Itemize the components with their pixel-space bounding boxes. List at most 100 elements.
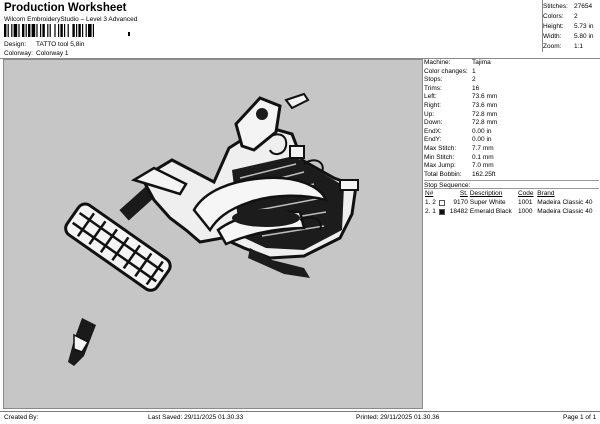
summary-row-stitches: Stitches: 27654 — [543, 2, 599, 12]
last-saved: Last Saved: 29/11/2025 01.30.33 — [148, 414, 244, 421]
thread-description: Emerald Black — [469, 208, 512, 216]
stop-number: 2. 1 — [424, 207, 438, 216]
printed-date: Printed: 29/11/2025 01.30.36 — [356, 414, 440, 421]
column-header — [438, 189, 447, 198]
summary-row-width: Width: 5.80 in — [543, 32, 599, 42]
barcode-marker — [128, 32, 130, 36]
barcode — [4, 24, 94, 37]
param-row-color-changes: Color changes: 1 — [424, 68, 599, 77]
summary-value: 1:1 — [574, 43, 584, 50]
param-label: Max Jump: — [424, 162, 456, 170]
stop-sequence-table: N# St. Description Code Brand 1. 2 9170 … — [424, 189, 599, 216]
summary-label: Height: — [543, 23, 564, 30]
stop-needle: 1 — [432, 208, 436, 216]
design-preview — [3, 59, 423, 409]
param-label: Up: — [424, 110, 435, 118]
param-label: EndX: — [424, 127, 442, 135]
param-value: 162.25ft — [472, 170, 496, 178]
param-value: 73.6 mm — [472, 93, 498, 101]
param-row-endy: EndY: 0.00 in — [424, 136, 599, 145]
summary-value: 27654 — [574, 3, 593, 10]
color-swatch — [439, 208, 446, 215]
color-swatch — [439, 199, 446, 206]
param-label: Trims: — [424, 84, 442, 92]
table-header-row: N# St. Description Code Brand — [424, 189, 599, 198]
param-label: Max Stitch: — [424, 144, 457, 152]
param-value: 7.7 mm — [472, 144, 494, 152]
column-header: St. — [459, 190, 468, 198]
colorway-line: Colorway: Colorway 1 — [4, 50, 69, 57]
stop-needle: 2 — [432, 199, 436, 207]
param-label: Down: — [424, 119, 443, 127]
column-header: Description — [469, 190, 503, 198]
thread-brand: Madeira Classic 40 — [537, 208, 593, 216]
param-label: Stops: — [424, 76, 443, 84]
summary-value: 5.73 in — [574, 23, 594, 30]
param-value: Tajima — [472, 59, 491, 66]
tattoo-machine-embroidery-design — [64, 92, 359, 366]
param-label: Total Bobbin: — [424, 170, 462, 178]
param-value: 2 — [472, 76, 476, 84]
thread-code: 1001 — [517, 199, 533, 207]
summary-label: Stitches: — [543, 3, 568, 10]
color-swatch-cell — [438, 207, 447, 216]
param-row-right: Right: 73.6 mm — [424, 102, 599, 111]
param-row-trims: Trims: 16 — [424, 85, 599, 94]
created-by: Created By: — [4, 414, 39, 421]
stitch-count: 9170 — [453, 199, 468, 207]
param-value: 0.00 in — [472, 127, 492, 135]
param-value: 72.8 mm — [472, 119, 498, 127]
param-label: Left: — [424, 93, 437, 101]
param-row-max-stitch: Max Stitch: 7.7 mm — [424, 145, 599, 154]
param-value: 1 — [472, 67, 476, 75]
thread-description: Super White — [469, 199, 506, 207]
stop-number: 1. 2 — [424, 198, 438, 207]
summary-value: 5.80 in — [574, 33, 594, 40]
param-label: Machine: — [424, 59, 451, 66]
param-row-min-stitch: Min Stitch: 0.1 mm — [424, 154, 599, 163]
param-row-stops: Stops: 2 — [424, 76, 599, 85]
param-row-total-bobbin: Total Bobbin: 162.25ft — [424, 171, 599, 180]
stitch-count: 18482 — [449, 208, 468, 216]
design-parameters: Machine: Tajima Color changes: 1 Stops: 2 T… — [424, 59, 599, 216]
param-label: Right: — [424, 101, 441, 109]
table-row: 2. 1 18482 Emerald Black 1000 Madeira Cl… — [424, 207, 599, 216]
summary-row-colors: Colors: 2 — [543, 12, 599, 22]
colorway-value: Colorway 1 — [36, 50, 69, 57]
param-row-up: Up: 72.8 mm — [424, 111, 599, 120]
footer: Created By: Last Saved: 29/11/2025 01.30… — [0, 411, 600, 424]
stop-index: 2. — [425, 208, 431, 216]
table-row: 1. 2 9170 Super White 1001 Madeira Class… — [424, 198, 599, 207]
summary-stats: Stitches: 27654 Colors: 2 Height: 5.73 in W… — [543, 2, 599, 52]
param-label: Min Stitch: — [424, 153, 455, 161]
column-header: Code — [517, 190, 534, 198]
colorway-label: Colorway: — [4, 50, 33, 57]
column-header: Brand — [537, 190, 555, 198]
param-value: 16 — [472, 84, 480, 92]
summary-row-height: Height: 5.73 in — [543, 22, 599, 32]
column-header: N# — [425, 190, 434, 198]
design-line: Design: TATTO tool 5,8in — [4, 41, 84, 48]
summary-label: Width: — [543, 33, 562, 40]
summary-row-zoom: Zoom: 1:1 — [543, 42, 599, 52]
param-value: 73.6 mm — [472, 101, 498, 109]
param-value: 0.00 in — [472, 136, 492, 144]
param-row-down: Down: 72.8 mm — [424, 119, 599, 128]
param-value: 0.1 mm — [472, 153, 494, 161]
param-row-endx: EndX: 0.00 in — [424, 128, 599, 137]
page-number: Page 1 of 1 — [563, 414, 597, 421]
software-name: Wilcom EmbroideryStudio – Level 3 Advanc… — [4, 16, 138, 23]
design-label: Design: — [4, 41, 27, 48]
stop-sequence-title: Stop Sequence: — [424, 180, 599, 190]
param-label: EndY: — [424, 136, 442, 144]
param-row-max-jump: Max Jump: 7.0 mm — [424, 162, 599, 171]
divider — [542, 0, 543, 52]
param-value: 7.0 mm — [472, 162, 494, 170]
design-value: TATTO tool 5,8in — [36, 41, 85, 48]
summary-label: Zoom: — [543, 43, 562, 50]
summary-value: 2 — [574, 13, 578, 20]
param-row-left: Left: 73.6 mm — [424, 93, 599, 102]
param-row-machine: Machine: Tajima — [424, 59, 599, 68]
thread-code: 1000 — [517, 208, 533, 216]
stop-index: 1. — [425, 199, 431, 207]
